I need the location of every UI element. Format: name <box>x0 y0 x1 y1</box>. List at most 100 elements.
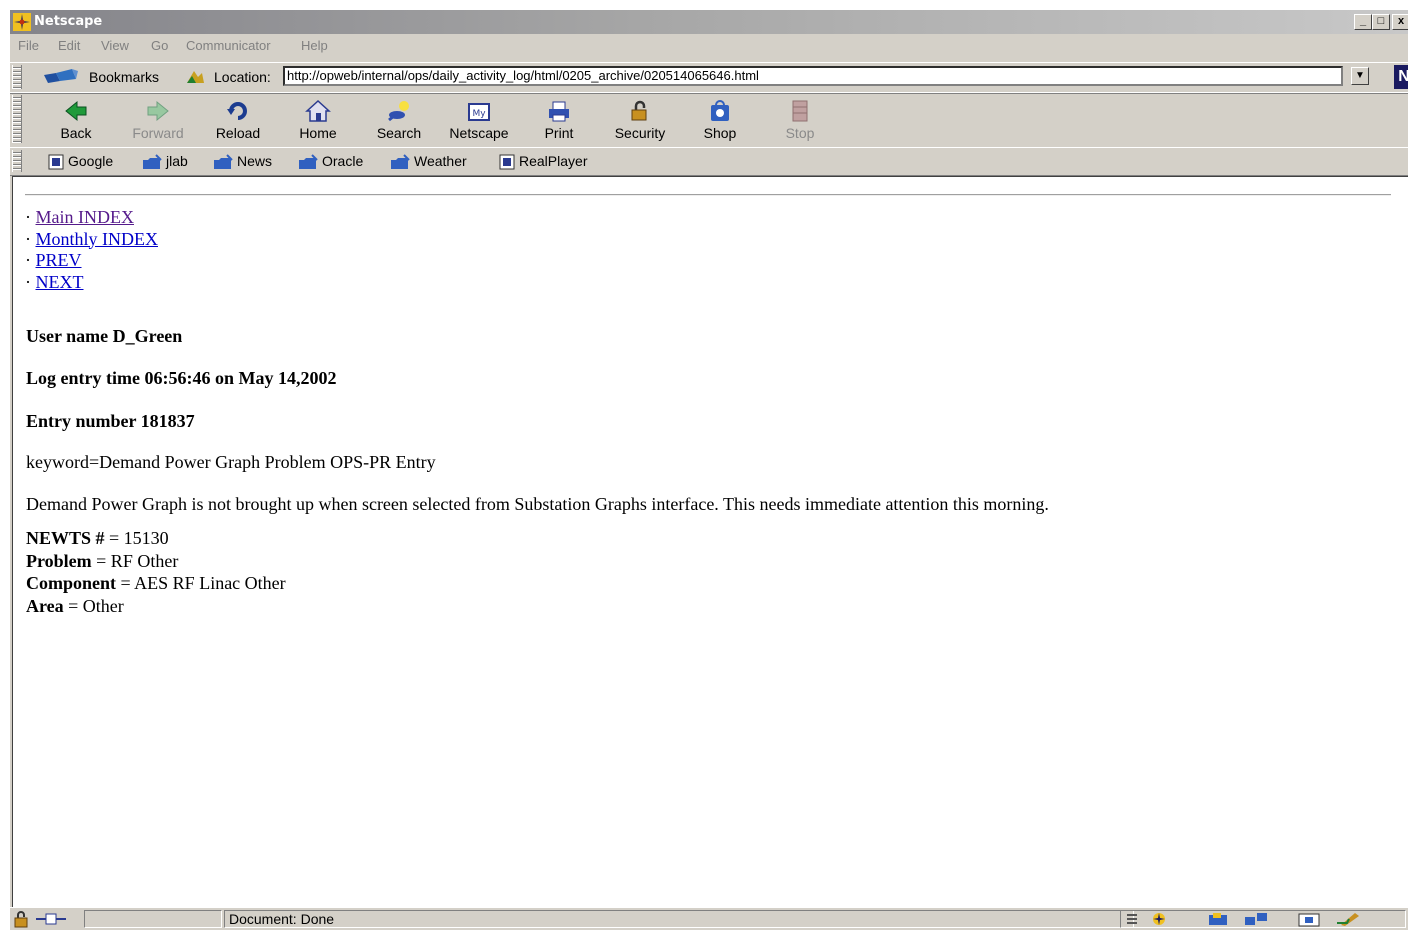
n-logo-icon: N <box>1394 65 1408 89</box>
netscape-page-icon <box>499 154 515 170</box>
forward-label: Forward <box>132 125 184 141</box>
menu-help[interactable]: Help <box>301 38 328 53</box>
personal-google-label: Google <box>68 153 114 169</box>
bookmarks-button[interactable]: Bookmarks <box>89 69 159 85</box>
toolbar-grip[interactable] <box>12 95 22 143</box>
menu-file[interactable]: File <box>18 38 39 53</box>
stop-button[interactable]: Stop <box>768 95 832 145</box>
personal-oracle-label: Oracle <box>322 153 364 169</box>
security-button[interactable]: Security <box>608 95 672 145</box>
field-row: NEWTS # = 15130 <box>26 527 286 550</box>
location-icon <box>187 71 204 83</box>
user-name-heading: User name D_Green <box>26 326 183 346</box>
personal-jlab-folder[interactable]: jlab <box>142 153 188 170</box>
component-bar <box>1120 910 1406 928</box>
bookmarks-icon <box>44 69 78 83</box>
field-value: = Other <box>63 595 124 616</box>
stop-label: Stop <box>785 125 815 141</box>
menu-communicator[interactable]: Communicator <box>186 38 271 53</box>
my-netscape-label: Netscape <box>449 125 509 141</box>
status-bar: Document: Done <box>10 907 1408 930</box>
field-value: = AES RF Linac Other <box>116 573 286 593</box>
print-icon <box>549 101 569 122</box>
print-button[interactable]: Print <box>527 95 591 145</box>
location-toolbar: Bookmarks Location: http://opweb/interna… <box>10 62 1408 94</box>
horizontal-rule <box>25 194 1391 196</box>
folder-icon <box>143 154 162 170</box>
field-row: Area = Other <box>26 595 286 618</box>
personal-google[interactable]: Google <box>48 153 113 170</box>
menu-view[interactable]: View <box>101 38 129 53</box>
field-value: = RF Other <box>91 550 179 571</box>
back-button[interactable]: Back <box>44 95 108 145</box>
list-item: · NEXT <box>25 272 158 294</box>
field-row: Problem = RF Other <box>26 550 286 573</box>
list-item: · PREV <box>25 250 158 272</box>
reload-label: Reload <box>215 125 261 141</box>
stop-icon <box>792 100 808 122</box>
list-icon <box>1127 914 1137 924</box>
prev-link[interactable]: PREV <box>36 250 82 270</box>
toolbar-grip[interactable] <box>12 65 22 89</box>
description-text: Demand Power Graph is not brought up whe… <box>26 494 1049 514</box>
folder-icon <box>299 154 318 170</box>
netscape-logo-icon <box>13 13 31 31</box>
monthly-index-link[interactable]: Monthly INDEX <box>36 229 159 249</box>
home-label: Home <box>299 125 337 141</box>
keyword-text: keyword=Demand Power Graph Problem OPS-P… <box>26 452 436 472</box>
component-bar-icons <box>1127 913 1359 927</box>
personal-news-folder[interactable]: News <box>213 153 272 170</box>
address-book-icon <box>1298 913 1320 927</box>
folder-icon <box>214 154 233 170</box>
back-label: Back <box>60 125 92 141</box>
mail-icon <box>1209 913 1227 925</box>
home-icon <box>305 99 331 122</box>
security-lock-status-icon[interactable] <box>12 910 32 928</box>
personal-realplayer-label: RealPlayer <box>519 153 588 169</box>
maximize-button[interactable]: □ <box>1372 14 1390 30</box>
personal-realplayer[interactable]: RealPlayer <box>499 153 587 170</box>
field-label: NEWTS # <box>26 528 105 548</box>
reload-button[interactable]: Reload <box>206 95 270 145</box>
personal-weather-folder[interactable]: Weather <box>390 153 467 170</box>
field-value: = 15130 <box>104 528 169 548</box>
lock-icon <box>631 100 647 121</box>
personal-toolbar: Google jlab News Oracle Weather RealPlay… <box>10 147 1408 176</box>
search-label: Search <box>376 125 422 141</box>
svg-text:My: My <box>472 109 486 119</box>
folder-icon <box>391 154 410 170</box>
log-time-heading: Log entry time 06:56:46 on May 14,2002 <box>26 368 337 388</box>
bullet: · <box>25 271 31 292</box>
location-label: Location: <box>214 69 271 85</box>
entry-number-heading: Entry number 181837 <box>26 411 195 431</box>
shop-icon <box>711 100 729 121</box>
field-label: Component <box>26 573 117 593</box>
my-netscape-button[interactable]: My Netscape <box>447 95 511 145</box>
browser-window: Netscape _ □ x File Edit View Go Communi… <box>10 10 1408 930</box>
menu-go[interactable]: Go <box>151 38 168 53</box>
menu-edit[interactable]: Edit <box>58 38 80 53</box>
minimize-button[interactable]: _ <box>1354 14 1372 30</box>
navigator-icon <box>1153 913 1165 925</box>
location-dropdown-button[interactable]: ▼ <box>1351 67 1369 85</box>
field-label: Area <box>26 595 64 616</box>
field-label: Problem <box>26 550 92 571</box>
location-url-field[interactable]: http://opweb/internal/ops/daily_activity… <box>283 66 1343 86</box>
back-icon <box>65 100 87 122</box>
search-button[interactable]: Search <box>367 95 431 145</box>
personal-oracle-folder[interactable]: Oracle <box>298 153 363 170</box>
shop-button[interactable]: Shop <box>688 95 752 145</box>
shop-label: Shop <box>703 125 737 141</box>
home-button[interactable]: Home <box>286 95 350 145</box>
forward-button[interactable]: Forward <box>126 95 190 145</box>
print-label: Print <box>544 125 574 141</box>
close-button[interactable]: x <box>1392 14 1408 30</box>
security-label: Security <box>614 125 666 141</box>
toolbar-grip[interactable] <box>12 150 22 172</box>
page-content: · Main INDEX · Monthly INDEX · PREV · NE… <box>12 176 1408 909</box>
next-link[interactable]: NEXT <box>36 272 84 292</box>
bullet: · <box>25 250 31 270</box>
progress-field <box>84 910 222 928</box>
title-bar: Netscape _ □ x <box>10 10 1408 34</box>
main-index-link[interactable]: Main INDEX <box>36 207 134 227</box>
